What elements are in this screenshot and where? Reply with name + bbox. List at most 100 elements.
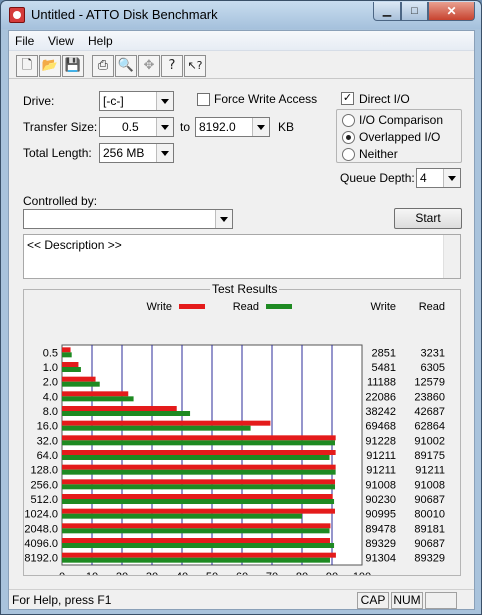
minimize-button[interactable]: ▁ (373, 2, 401, 21)
write-value-label: 89478 (365, 523, 396, 535)
save-icon[interactable]: 💾 (62, 55, 84, 77)
write-bar (62, 362, 79, 367)
direct-io-checkbox[interactable]: ✓ (341, 92, 354, 105)
x-tick-label: 70 (266, 571, 278, 575)
menu-help[interactable]: Help (88, 34, 113, 48)
write-value-label: 90995 (365, 509, 396, 521)
write-bar (62, 538, 330, 543)
y-tick-label: 32.0 (37, 435, 58, 447)
transfer-size-to-value: 8192.0 (199, 120, 236, 134)
write-bar (62, 479, 336, 485)
menu-view[interactable]: View (48, 34, 74, 48)
neither-label[interactable]: Neither (359, 147, 398, 161)
read-bar (62, 367, 81, 372)
write-bar (62, 508, 335, 514)
total-length-select[interactable]: 256 MB (99, 143, 174, 163)
menu-file[interactable]: File (15, 34, 34, 48)
io-comparison-radio[interactable] (342, 114, 355, 127)
neither-radio[interactable] (342, 148, 355, 161)
status-help-text: For Help, press F1 (12, 593, 112, 607)
x-tick-label: 90 (326, 571, 338, 575)
force-write-label[interactable]: Force Write Access (214, 92, 317, 106)
drive-label: Drive: (23, 94, 55, 108)
x-tick-label: 50 (206, 571, 218, 575)
close-button[interactable]: ✕ (428, 2, 475, 21)
read-value-label: 42687 (414, 406, 445, 418)
write-value-label: 91228 (365, 435, 396, 447)
y-tick-label: 8192.0 (24, 553, 58, 565)
chevron-down-icon[interactable] (215, 210, 232, 228)
start-button[interactable]: Start (394, 208, 462, 229)
description-box[interactable]: << Description >> (23, 234, 461, 279)
x-tick-label: 20 (116, 571, 128, 575)
read-bar (62, 425, 251, 431)
window-title: Untitled - ATTO Disk Benchmark (31, 7, 218, 22)
chevron-down-icon[interactable] (156, 144, 173, 162)
print-icon[interactable]: ⎙ (92, 55, 114, 77)
read-value-label: 23860 (414, 391, 445, 403)
read-bar (62, 484, 336, 490)
write-bar (62, 347, 71, 353)
read-value-label: 90687 (414, 538, 445, 550)
atto-app-icon (9, 7, 25, 23)
write-value-label: 91304 (365, 553, 396, 565)
write-value-label: 11188 (367, 377, 396, 389)
x-tick-label: 80 (296, 571, 308, 575)
open-folder-icon[interactable]: 📂 (39, 55, 61, 77)
title-bar[interactable]: Untitled - ATTO Disk Benchmark ▁ □ ✕ (1, 1, 481, 29)
x-tick-label: 10 (86, 571, 98, 575)
direct-io-label[interactable]: Direct I/O (359, 92, 410, 106)
drive-select[interactable]: [-c-] (99, 91, 174, 111)
read-value-label: 91002 (414, 435, 445, 447)
maximize-button[interactable]: □ (401, 2, 428, 21)
print-preview-icon[interactable]: 🔍 (115, 55, 137, 77)
chevron-down-icon[interactable] (156, 118, 173, 136)
test-results-group: Test Results 0102030405060708090100Write… (23, 282, 461, 576)
chevron-down-icon[interactable] (252, 118, 269, 136)
overlapped-io-label[interactable]: Overlapped I/O (359, 130, 440, 144)
x-tick-label: 30 (146, 571, 158, 575)
write-value-label: 91008 (365, 479, 396, 491)
overlapped-io-radio[interactable] (342, 131, 355, 144)
help-icon[interactable]: ? (161, 55, 183, 77)
read-value-label: 89181 (414, 523, 445, 535)
read-bar (62, 557, 330, 563)
transfer-size-to-select[interactable]: 8192.0 (195, 117, 270, 137)
read-bar (62, 396, 134, 402)
menu-bar: File View Help (9, 31, 474, 51)
read-value-label: 89329 (414, 553, 445, 565)
app-window: Untitled - ATTO Disk Benchmark ▁ □ ✕ Fil… (0, 0, 482, 615)
y-tick-label: 2048.0 (24, 523, 58, 535)
write-bar (62, 391, 129, 397)
y-tick-label: 2.0 (43, 377, 58, 389)
chevron-down-icon[interactable] (443, 169, 460, 187)
force-write-checkbox[interactable] (197, 93, 210, 106)
description-scrollbar[interactable] (443, 235, 460, 278)
y-tick-label: 256.0 (30, 479, 58, 491)
x-tick-label: 40 (176, 571, 188, 575)
write-bar (62, 376, 96, 382)
queue-depth-label: Queue Depth: (340, 171, 415, 185)
move-icon[interactable]: ✥ (138, 55, 160, 77)
context-help-icon[interactable]: ↖? (184, 55, 206, 77)
write-bar (62, 435, 336, 441)
y-tick-label: 1.0 (43, 362, 58, 374)
write-bar (62, 450, 336, 455)
read-value-label: 62864 (414, 421, 445, 433)
read-bar (62, 469, 336, 475)
read-value-label: 91008 (414, 479, 445, 491)
new-document-icon[interactable]: 🗋 (16, 55, 38, 77)
x-tick-label: 0 (59, 571, 65, 575)
y-tick-label: 64.0 (37, 450, 58, 462)
chevron-down-icon[interactable] (156, 92, 173, 110)
queue-depth-select[interactable]: 4 (416, 168, 461, 188)
controlled-by-label: Controlled by: (23, 194, 98, 208)
write-bar (62, 464, 336, 470)
transfer-size-from-value: 0.5 (122, 120, 139, 134)
write-value-label: 69468 (365, 421, 396, 433)
transfer-size-from-select[interactable]: 0.5 (99, 117, 174, 137)
total-length-value: 256 MB (103, 146, 145, 160)
controlled-by-select[interactable] (23, 209, 233, 229)
write-value-label: 91211 (366, 465, 396, 477)
io-comparison-label[interactable]: I/O Comparison (359, 113, 443, 127)
